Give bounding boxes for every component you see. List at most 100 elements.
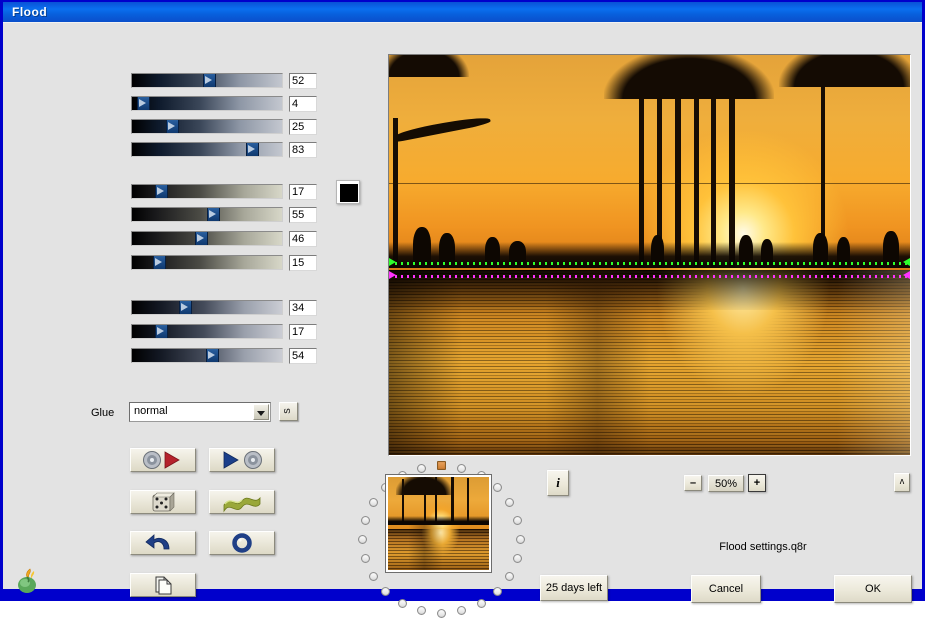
horizon-handle-right[interactable] xyxy=(903,258,910,266)
slider-gradient xyxy=(132,143,282,156)
days-left-button[interactable]: 25 days left xyxy=(540,575,608,601)
glue-label: Glue xyxy=(91,407,114,419)
preset-dot[interactable] xyxy=(437,461,446,470)
slider-value-size[interactable]: 34 xyxy=(289,300,317,316)
slider-track-size[interactable] xyxy=(131,300,283,315)
thumbnail-crown xyxy=(396,475,452,495)
undo-button[interactable] xyxy=(130,531,196,555)
preset-dot[interactable] xyxy=(417,606,426,615)
glue-select[interactable]: normal xyxy=(129,402,271,422)
preset-dot[interactable] xyxy=(493,587,502,596)
slider-track-horizon[interactable] xyxy=(131,73,283,88)
settings-file-label: Flood settings.q8r xyxy=(603,541,923,553)
offset-handle-left[interactable] xyxy=(389,271,396,279)
slider-thumb-height[interactable] xyxy=(155,325,168,339)
preset-dot[interactable] xyxy=(369,498,378,507)
slider-thumb-horizon[interactable] xyxy=(203,74,216,88)
ok-button[interactable]: OK xyxy=(834,575,912,603)
flood-dialog-window: Flood Horizon52Offset4Perspective25Altit… xyxy=(0,0,925,601)
randomize-button[interactable] xyxy=(130,490,196,514)
preset-dot[interactable] xyxy=(361,516,370,525)
reset-button[interactable] xyxy=(209,531,275,555)
slider-thumb-altitude[interactable] xyxy=(246,143,259,157)
slider-value-offset[interactable]: 4 xyxy=(289,96,317,112)
slider-track-altitude[interactable] xyxy=(131,142,283,157)
slider-track-offset[interactable] xyxy=(131,96,283,111)
silhouette-figure xyxy=(485,237,500,265)
slider-thumb-offset[interactable] xyxy=(137,97,150,111)
slider-value-complexity[interactable]: 55 xyxy=(289,207,317,223)
preset-dot[interactable] xyxy=(381,587,390,596)
slider-thumb-blur[interactable] xyxy=(153,256,166,270)
water-color-swatch[interactable] xyxy=(336,180,360,204)
zoom-in-button[interactable]: + xyxy=(748,474,766,492)
slider-value-horizon[interactable]: 52 xyxy=(289,73,317,89)
preset-dot[interactable] xyxy=(417,464,426,473)
save-preset-button[interactable] xyxy=(209,448,275,472)
ok-label: OK xyxy=(835,584,911,595)
collapse-panel-button[interactable]: ʌ xyxy=(894,473,910,492)
slider-thumb-waviness[interactable] xyxy=(155,185,168,199)
preset-dot[interactable] xyxy=(361,554,370,563)
slider-thumb-size[interactable] xyxy=(179,301,192,315)
slider-value-perspective[interactable]: 25 xyxy=(289,119,317,135)
preset-dot[interactable] xyxy=(457,606,466,615)
zoom-level-display[interactable]: 50% xyxy=(708,475,744,492)
glue-settings-button[interactable]: s xyxy=(279,402,298,421)
preset-dot[interactable] xyxy=(369,572,378,581)
slider-value-waviness[interactable]: 17 xyxy=(289,184,317,200)
slider-value-altitude[interactable]: 83 xyxy=(289,142,317,158)
preset-dot[interactable] xyxy=(358,535,367,544)
slider-value-height[interactable]: 17 xyxy=(289,324,317,340)
slider-gradient xyxy=(132,120,282,133)
offset-guide-line[interactable] xyxy=(389,275,910,278)
copy-button[interactable] xyxy=(130,573,196,597)
preset-dot[interactable] xyxy=(398,599,407,608)
chevron-down-icon[interactable] xyxy=(253,404,269,420)
slider-track-complexity[interactable] xyxy=(131,207,283,222)
slider-gradient xyxy=(132,301,282,314)
offset-handle-right[interactable] xyxy=(903,271,910,279)
title-bar[interactable]: Flood xyxy=(3,2,922,22)
preset-dot[interactable] xyxy=(513,554,522,563)
slider-track-waviness[interactable] xyxy=(131,184,283,199)
preset-dot[interactable] xyxy=(437,609,446,618)
slider-track-brilliance[interactable] xyxy=(131,231,283,246)
info-button[interactable]: i xyxy=(547,470,569,496)
load-preset-button[interactable] xyxy=(130,448,196,472)
preset-dot[interactable] xyxy=(505,498,514,507)
palm-trunk xyxy=(729,80,735,268)
slider-thumb-complexity[interactable] xyxy=(207,208,220,222)
palm-crown xyxy=(604,54,774,99)
slider-value-undulation[interactable]: 54 xyxy=(289,348,317,364)
preset-dot[interactable] xyxy=(477,599,486,608)
silhouette-figure xyxy=(439,233,455,265)
cancel-button[interactable]: Cancel xyxy=(691,575,761,603)
preview-reflection-streaks xyxy=(389,270,910,456)
wave-preset-button[interactable] xyxy=(209,490,275,514)
preset-thumbnail[interactable] xyxy=(386,475,491,572)
green-wave-icon xyxy=(210,491,274,513)
horizon-guide-line[interactable] xyxy=(389,262,910,265)
preset-dot[interactable] xyxy=(516,535,525,544)
preset-dot[interactable] xyxy=(457,464,466,473)
preset-dot[interactable] xyxy=(513,516,522,525)
slider-thumb-perspective[interactable] xyxy=(166,120,179,134)
slider-thumb-brilliance[interactable] xyxy=(195,232,208,246)
slider-track-height[interactable] xyxy=(131,324,283,339)
caret-up-icon: ʌ xyxy=(895,477,909,486)
slider-value-brilliance[interactable]: 46 xyxy=(289,231,317,247)
preset-dot[interactable] xyxy=(493,483,502,492)
slider-value-blur[interactable]: 15 xyxy=(289,255,317,271)
zoom-out-button[interactable]: – xyxy=(684,475,702,491)
preset-dot[interactable] xyxy=(505,572,514,581)
slider-thumb-undulation[interactable] xyxy=(206,349,219,363)
glue-selected-value: normal xyxy=(134,405,168,417)
image-preview[interactable] xyxy=(388,54,911,456)
slider-track-undulation[interactable] xyxy=(131,348,283,363)
silhouette-figure xyxy=(739,235,753,265)
slider-track-perspective[interactable] xyxy=(131,119,283,134)
thumbnail-reflection xyxy=(388,525,489,570)
horizon-handle-left[interactable] xyxy=(389,258,396,266)
slider-track-blur[interactable] xyxy=(131,255,283,270)
